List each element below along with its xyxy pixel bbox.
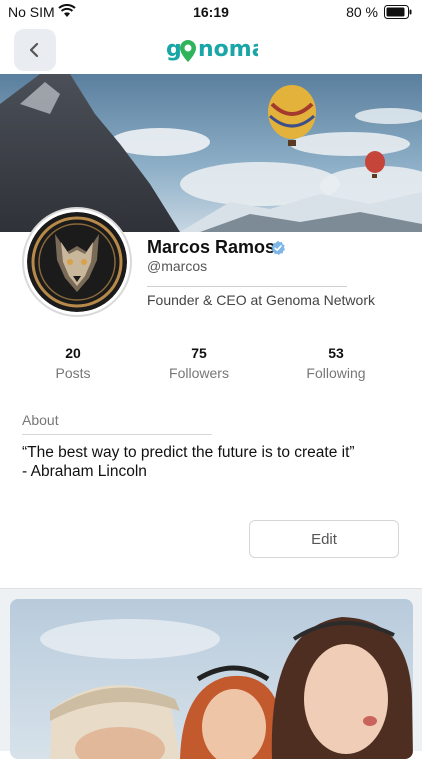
- about-text: “The best way to predict the future is t…: [22, 444, 355, 480]
- genoma-logo: g noma: [166, 34, 267, 62]
- stat-following[interactable]: 53 Following: [281, 345, 391, 381]
- stat-label: Following: [306, 365, 366, 381]
- chevron-left-icon: [29, 42, 39, 58]
- stat-value: 75: [191, 345, 207, 361]
- post-image[interactable]: [10, 599, 413, 759]
- back-button[interactable]: [14, 29, 56, 71]
- stat-label: Followers: [169, 365, 229, 381]
- divider: [22, 434, 212, 435]
- top-nav: g noma: [0, 24, 422, 74]
- status-bar: No SIM 16:19 80 %: [0, 0, 422, 24]
- divider: [147, 286, 347, 287]
- profile-headline: Founder & CEO at Genoma Network: [147, 292, 375, 308]
- profile-handle: @marcos: [147, 258, 208, 274]
- stat-value: 20: [65, 345, 81, 361]
- battery-icon: [384, 5, 412, 24]
- stat-label: Posts: [55, 365, 91, 381]
- avatar[interactable]: [22, 207, 132, 317]
- about-heading: About: [22, 412, 59, 428]
- svg-text:g: g: [166, 37, 182, 62]
- profile-name: Marcos Ramos: [147, 237, 276, 257]
- svg-text:noma: noma: [198, 37, 258, 62]
- stat-followers[interactable]: 75 Followers: [144, 345, 254, 381]
- stat-value: 53: [328, 345, 344, 361]
- battery-percentage: 80 %: [346, 4, 378, 20]
- avatar-image: [27, 212, 127, 312]
- stat-posts[interactable]: 20 Posts: [18, 345, 128, 381]
- post-feed: [0, 588, 422, 759]
- edit-profile-button[interactable]: Edit: [249, 520, 399, 558]
- verified-badge-icon: [270, 240, 286, 261]
